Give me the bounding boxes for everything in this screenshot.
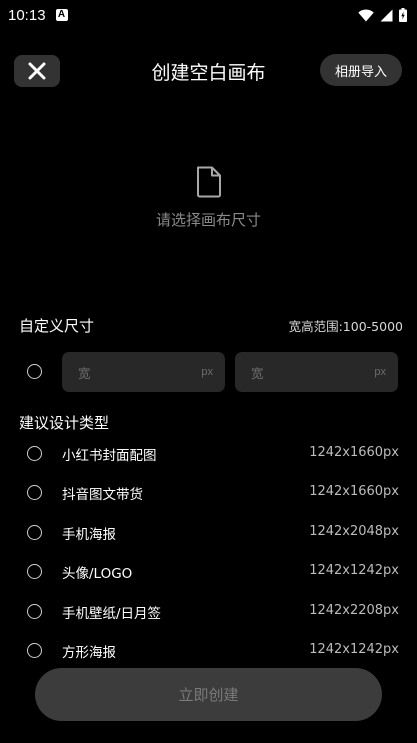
close-button[interactable] xyxy=(14,55,60,87)
design-type-size: 1242x1660px xyxy=(309,445,399,460)
width-unit: px xyxy=(201,366,213,378)
design-type-radio[interactable] xyxy=(27,604,42,619)
custom-size-title: 自定义尺寸 xyxy=(19,316,95,335)
status-time: 10:13 xyxy=(8,6,46,24)
file-icon xyxy=(196,166,221,198)
design-type-name: 小红书封面配图 xyxy=(62,448,157,464)
design-type-size: 1242x1242px xyxy=(309,642,399,657)
height-placeholder: 宽 xyxy=(251,365,264,381)
notification-a-icon: A xyxy=(55,9,68,21)
design-type-radio[interactable] xyxy=(27,525,42,540)
battery-icon xyxy=(399,8,407,22)
height-input[interactable]: 宽 px xyxy=(235,352,398,392)
design-type-name: 抖音图文带货 xyxy=(62,487,143,503)
top-bar: 创建空白画布 相册导入 xyxy=(0,52,417,92)
design-type-radio[interactable] xyxy=(27,564,42,579)
empty-hint: 请选择画布尺寸 xyxy=(155,211,261,229)
design-type-row[interactable]: 方形海报 1242x1242px xyxy=(0,636,417,666)
custom-size-header: 自定义尺寸 宽高范围:100-5000 xyxy=(19,315,403,335)
suggested-types-title: 建议设计类型 xyxy=(19,414,110,432)
status-bar: 10:13 A xyxy=(0,0,417,30)
custom-size-radio[interactable] xyxy=(27,364,42,379)
canvas-preview-placeholder: 请选择画布尺寸 xyxy=(0,165,417,230)
design-type-radio[interactable] xyxy=(27,643,42,658)
width-placeholder: 宽 xyxy=(78,365,91,381)
album-import-button[interactable]: 相册导入 xyxy=(320,54,402,86)
width-input[interactable]: 宽 px xyxy=(62,352,225,392)
wifi-icon xyxy=(358,8,374,21)
height-unit: px xyxy=(374,366,386,378)
create-now-button[interactable]: 立即创建 xyxy=(35,668,382,721)
design-type-row[interactable]: 头像/LOGO 1242x1242px xyxy=(0,557,417,587)
design-type-size: 1242x2208px xyxy=(309,603,399,618)
design-type-name: 头像/LOGO xyxy=(62,566,133,582)
design-type-radio[interactable] xyxy=(27,485,42,500)
design-type-name: 手机海报 xyxy=(62,527,116,543)
design-type-row[interactable]: 手机壁纸/日月签 1242x2208px xyxy=(0,597,417,627)
design-type-row[interactable]: 抖音图文带货 1242x1660px xyxy=(0,478,417,508)
design-type-name: 手机壁纸/日月签 xyxy=(62,606,162,622)
design-type-row[interactable]: 小红书封面配图 1242x1660px xyxy=(0,439,417,469)
design-type-size: 1242x1242px xyxy=(309,563,399,578)
size-range-hint: 宽高范围:100-5000 xyxy=(288,318,403,334)
design-type-size: 1242x2048px xyxy=(309,524,399,539)
cell-signal-icon xyxy=(380,9,393,21)
design-type-radio[interactable] xyxy=(27,446,42,461)
design-type-row[interactable]: 手机海报 1242x2048px xyxy=(0,518,417,548)
design-type-name: 方形海报 xyxy=(62,645,116,661)
close-icon xyxy=(28,62,46,80)
design-type-size: 1242x1660px xyxy=(309,484,399,499)
